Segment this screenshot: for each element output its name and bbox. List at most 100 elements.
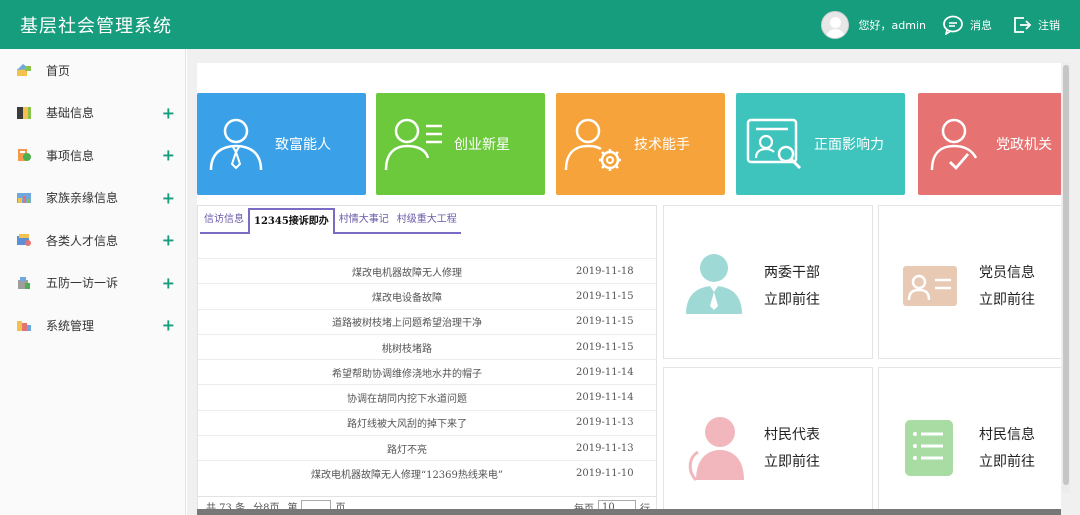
list-item[interactable]: 协调在胡同内挖下水道问题 2019-11-14 <box>198 384 656 409</box>
member-card-icon <box>903 266 957 306</box>
family-icon <box>16 191 32 205</box>
sidebar-item-label: 五防一访一诉 <box>46 276 119 291</box>
list-item[interactable]: 桃树枝堵路 2019-11-15 <box>198 333 656 359</box>
item-date: 2019-11-13 <box>576 417 634 429</box>
card-title: 村民代表 <box>764 427 820 443</box>
sidebar-item-family[interactable]: 家族亲缘信息 + <box>0 177 185 220</box>
user-avatar[interactable] <box>820 11 849 39</box>
sidebar-item-system[interactable]: 系统管理 + <box>0 304 185 347</box>
item-date: 2019-11-18 <box>576 265 634 277</box>
tile-label: 技术能手 <box>634 137 690 153</box>
book-icon <box>16 106 32 120</box>
cadre-icon <box>686 254 742 314</box>
item-title[interactable]: 希望帮助协调维修浇地水井的帽子 <box>198 365 576 380</box>
card-village-cadres[interactable]: 两委干部 立即前往 <box>663 205 873 359</box>
item-date: 2019-11-15 <box>576 341 634 353</box>
sidebar-item-matters[interactable]: 事项信息 + <box>0 134 185 177</box>
tab-village-projects[interactable]: 村级重大工程 <box>393 208 461 232</box>
horizontal-scrollbar[interactable] <box>197 509 1061 515</box>
sidebar-item-label: 家族亲缘信息 <box>46 191 119 206</box>
sidebar: 首页 基础信息 + 事项信息 + 家族亲缘信息 + 各类人才信息 + 五防一访一… <box>0 49 186 515</box>
list-item[interactable]: 煤改电机器故障无人修理“12369热线来电” 2019-11-10 <box>198 460 656 485</box>
list-item[interactable]: 煤改电设备故障 2019-11-15 <box>198 283 656 308</box>
expand-icon[interactable]: + <box>162 188 175 207</box>
scroll-thumb[interactable] <box>1063 65 1069 485</box>
home-icon <box>16 63 32 77</box>
card-title: 村民信息 <box>979 427 1035 443</box>
tile-label: 致富能人 <box>275 137 331 153</box>
top-header: 基层社会管理系统 您好，admin 消息 注销 <box>0 0 1080 49</box>
item-date: 2019-11-14 <box>576 392 634 404</box>
messages-button[interactable]: 消息 <box>942 15 992 35</box>
item-icon <box>16 148 32 162</box>
list-item[interactable]: 希望帮助协调维修浇地水井的帽子 2019-11-14 <box>198 359 656 384</box>
tab-petition-info[interactable]: 信访信息 <box>200 208 248 232</box>
item-date: 2019-11-13 <box>576 442 634 454</box>
notice-list-panel: 信访信息 12345接诉即办 村情大事记 村级重大工程 煤改电机器故障无人修理 … <box>197 205 657 515</box>
go-now-link[interactable]: 立即前往 <box>979 289 1035 309</box>
tab-village-events[interactable]: 村情大事记 <box>335 208 393 232</box>
message-icon <box>943 15 963 35</box>
logout-label: 注销 <box>1038 19 1060 32</box>
tile-positive-influence[interactable]: 正面影响力 <box>736 93 905 195</box>
expand-icon[interactable]: + <box>162 273 175 292</box>
expand-icon[interactable]: + <box>162 316 175 335</box>
person-check-icon <box>930 118 978 171</box>
card-title: 党员信息 <box>979 265 1035 281</box>
item-title[interactable]: 煤改电设备故障 <box>198 289 576 304</box>
item-date: 2019-11-10 <box>576 468 634 480</box>
sidebar-item-label: 基础信息 <box>46 106 95 121</box>
expand-icon[interactable]: + <box>162 231 175 250</box>
card-villager-info[interactable]: 村民信息 立即前往 <box>878 367 1061 515</box>
list-item[interactable]: 煤改电机器故障无人修理 2019-11-18 <box>198 258 656 283</box>
vertical-scrollbar[interactable] <box>1062 63 1070 493</box>
main-content: 致富能人 创业新星 技术能手 正面影响力 党政机关 信访信息 12345接诉即办… <box>187 49 1080 515</box>
tab-12345-hotline[interactable]: 12345接诉即办 <box>248 208 335 234</box>
item-title[interactable]: 道路被树枝堵上问题希望治理干净 <box>198 314 576 329</box>
item-title[interactable]: 煤改电机器故障无人修理 <box>198 264 576 279</box>
card-party-members[interactable]: 党员信息 立即前往 <box>878 205 1061 359</box>
list-tabs: 信访信息 12345接诉即办 村情大事记 村级重大工程 <box>200 208 461 234</box>
item-title[interactable]: 路灯线被大风刮的掉下来了 <box>198 415 576 430</box>
sidebar-item-talent[interactable]: 各类人才信息 + <box>0 219 185 262</box>
logout-button[interactable]: 注销 <box>1012 15 1060 35</box>
user-greeting: 您好，admin <box>858 19 926 32</box>
item-date: 2019-11-15 <box>576 290 634 302</box>
person-gear-icon <box>564 118 621 171</box>
tile-startup-star[interactable]: 创业新星 <box>376 93 545 195</box>
go-now-link[interactable]: 立即前往 <box>764 451 820 471</box>
id-card-search-icon <box>746 118 802 170</box>
dashboard-panel: 致富能人 创业新星 技术能手 正面影响力 党政机关 信访信息 12345接诉即办… <box>197 63 1061 515</box>
item-title[interactable]: 煤改电机器故障无人修理“12369热线来电” <box>198 466 576 481</box>
sidebar-item-five-prevention[interactable]: 五防一访一诉 + <box>0 262 185 305</box>
item-title[interactable]: 路灯不亮 <box>198 441 576 456</box>
tile-label: 党政机关 <box>996 137 1052 153</box>
sidebar-item-label: 事项信息 <box>46 148 95 163</box>
item-title[interactable]: 桃树枝堵路 <box>198 340 576 355</box>
list-item[interactable]: 路灯不亮 2019-11-13 <box>198 435 656 460</box>
settings-icon <box>16 318 32 332</box>
tile-label: 创业新星 <box>454 137 510 153</box>
go-now-link[interactable]: 立即前往 <box>979 451 1035 471</box>
tile-tech-expert[interactable]: 技术能手 <box>556 93 725 195</box>
person-list-icon <box>384 118 442 171</box>
card-villager-representatives[interactable]: 村民代表 立即前往 <box>663 367 873 515</box>
go-now-link[interactable]: 立即前往 <box>764 289 820 309</box>
sidebar-item-basic-info[interactable]: 基础信息 + <box>0 92 185 135</box>
sidebar-item-home[interactable]: 首页 <box>0 49 185 92</box>
sidebar-item-label: 首页 <box>46 63 71 78</box>
list-item[interactable]: 道路被树枝堵上问题希望治理干净 2019-11-15 <box>198 308 656 334</box>
sidebar-item-label: 各类人才信息 <box>46 233 119 248</box>
logout-icon <box>1014 17 1032 33</box>
header-actions: 您好，admin 消息 注销 <box>820 10 1060 40</box>
expand-icon[interactable]: + <box>162 146 175 165</box>
tile-label: 正面影响力 <box>814 137 884 153</box>
tile-wealth-leader[interactable]: 致富能人 <box>197 93 366 195</box>
item-title[interactable]: 协调在胡同内挖下水道问题 <box>198 390 576 405</box>
app-title: 基层社会管理系统 <box>20 16 172 37</box>
list-item[interactable]: 路灯线被大风刮的掉下来了 2019-11-13 <box>198 409 656 435</box>
person-tie-icon <box>209 118 263 171</box>
tile-party-government[interactable]: 党政机关 <box>918 93 1061 195</box>
villager-list-icon <box>905 420 953 476</box>
expand-icon[interactable]: + <box>162 103 175 122</box>
